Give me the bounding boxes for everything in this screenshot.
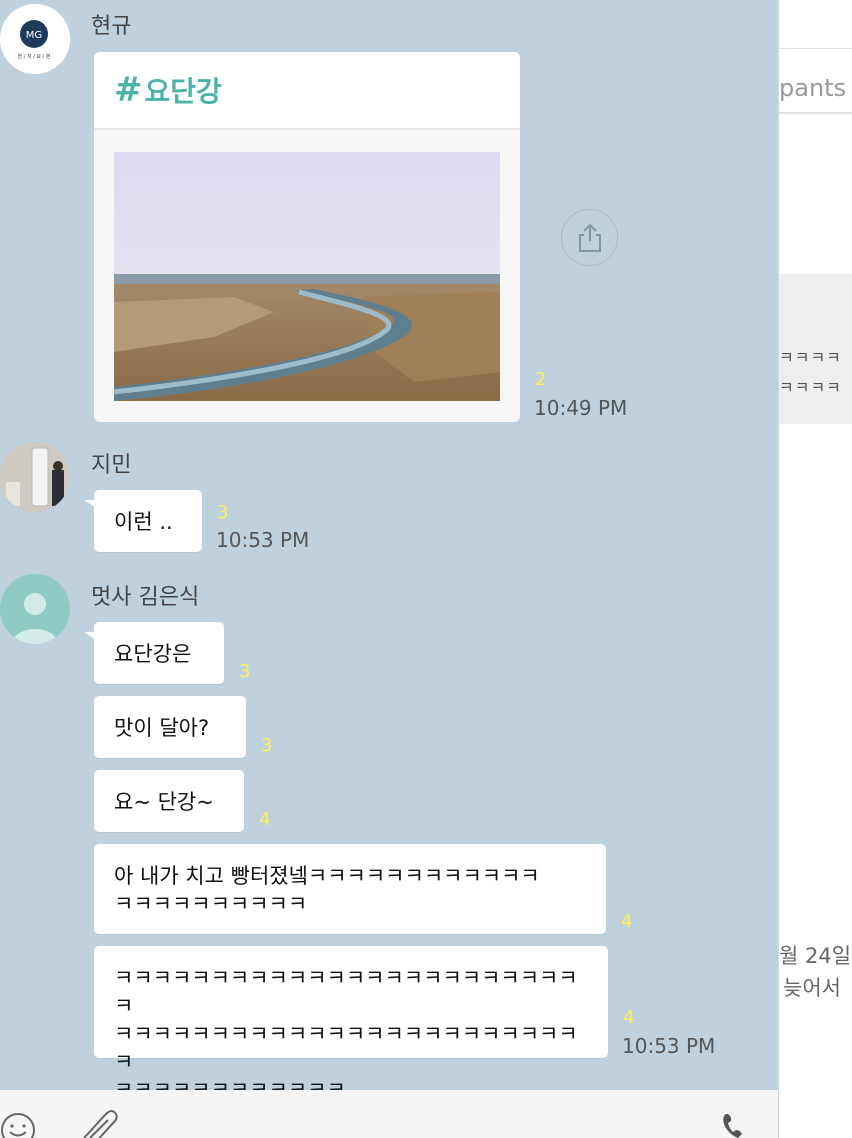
message-bubble[interactable]: 아 내가 치고 빵터졌넼ㅋㅋㅋㅋㅋㅋㅋㅋㅋㅋㅋㅋ ㅋㅋㅋㅋㅋㅋㅋㅋㅋㅋ <box>94 844 606 934</box>
message-text-line: ㅋㅋㅋㅋㅋㅋㅋㅋㅋㅋㅋㅋㅋㅋㅋㅋㅋㅋㅋㅋㅋㅋㅋㅋㅋ <box>114 1022 578 1074</box>
message-time: 10:49 PM <box>534 396 628 420</box>
input-toolbar <box>0 1090 778 1138</box>
avatar-photo <box>0 442 70 512</box>
message-time: 10:53 PM <box>216 528 310 552</box>
emoji-icon[interactable] <box>0 1112 38 1138</box>
unread-count: 3 <box>239 661 251 682</box>
unread-count: 4 <box>623 1007 635 1028</box>
avatar-hyeongyu[interactable]: MG 한 / 지 / 요 / 본 <box>0 4 70 74</box>
panel-divider <box>779 48 852 49</box>
user-silhouette-icon <box>0 574 70 644</box>
phone-icon[interactable] <box>720 1112 750 1138</box>
message-bubble[interactable]: ㅋㅋㅋㅋㅋㅋㅋㅋㅋㅋㅋㅋㅋㅋㅋㅋㅋㅋㅋㅋㅋㅋㅋㅋㅋ ㅋㅋㅋㅋㅋㅋㅋㅋㅋㅋㅋㅋㅋㅋ… <box>94 946 608 1102</box>
date-label: 월 24일 <box>779 944 852 968</box>
unread-count: 2 <box>535 369 547 390</box>
message-bubble[interactable]: 요~ 단강~ <box>94 770 244 832</box>
search-text: pants <box>779 74 847 102</box>
svg-text:MG: MG <box>26 30 42 41</box>
attach-icon[interactable] <box>78 1108 118 1138</box>
message-text-line: 아 내가 치고 빵터졌넼ㅋㅋㅋㅋㅋㅋㅋㅋㅋㅋㅋㅋ <box>114 864 540 888</box>
sender-name: 지민 <box>91 453 132 478</box>
side-panel: pants ㅋㅋㅋㅋ ㅋㅋㅋㅋ 월 24일 늦어서 <box>778 0 852 1138</box>
share-button[interactable] <box>561 209 618 266</box>
unread-count: 3 <box>217 502 229 523</box>
unread-count: 4 <box>621 911 633 932</box>
message-bubble[interactable]: 이런 .. <box>84 490 202 552</box>
hashtag-label: 요단강 <box>144 75 222 108</box>
sender-name: 멋사 김은식 <box>91 585 200 610</box>
message-text: 요~ 단강~ <box>114 790 214 814</box>
card-image[interactable] <box>114 152 500 401</box>
link-card[interactable]: # 요단강 <box>94 52 520 422</box>
selected-chat-item[interactable]: ㅋㅋㅋㅋ ㅋㅋㅋㅋ <box>779 274 852 424</box>
hashtag-symbol: # <box>114 70 143 110</box>
participants-search-field[interactable]: pants <box>779 64 852 114</box>
message-text-line: ㅋㅋㅋㅋㅋㅋㅋㅋㅋㅋ <box>114 892 308 916</box>
message-text: 요단강은 <box>114 642 192 666</box>
message-text: 이런 .. <box>114 510 173 534</box>
avatar-jimin[interactable] <box>0 442 70 512</box>
chat-preview-line: ㅋㅋㅋㅋ <box>779 348 842 367</box>
share-icon <box>578 223 601 252</box>
preview-text: 늦어서 <box>783 976 841 1000</box>
message-bubble[interactable]: 맛이 달아? <box>94 696 246 758</box>
svg-text:한 / 지 / 요 / 본: 한 / 지 / 요 / 본 <box>18 53 51 60</box>
unread-count: 3 <box>261 735 273 756</box>
avatar-logo: MG 한 / 지 / 요 / 본 <box>0 4 70 74</box>
sender-name: 현규 <box>91 14 132 39</box>
avatar-default[interactable] <box>0 574 70 644</box>
chat-preview-line: ㅋㅋㅋㅋ <box>779 378 842 397</box>
message-text-line: ㅋㅋㅋㅋㅋㅋㅋㅋㅋㅋㅋㅋㅋㅋㅋㅋㅋㅋㅋㅋㅋㅋㅋㅋㅋ <box>114 966 578 1018</box>
chat-area: MG 한 / 지 / 요 / 본 현규 # 요단강 2 10:49 PM 지민 … <box>0 0 778 1102</box>
message-text: 맛이 달아? <box>114 716 210 740</box>
unread-count: 4 <box>259 809 271 830</box>
message-bubble[interactable]: 요단강은 <box>84 622 224 684</box>
card-header: # 요단강 <box>94 52 520 130</box>
message-time: 10:53 PM <box>622 1034 716 1058</box>
